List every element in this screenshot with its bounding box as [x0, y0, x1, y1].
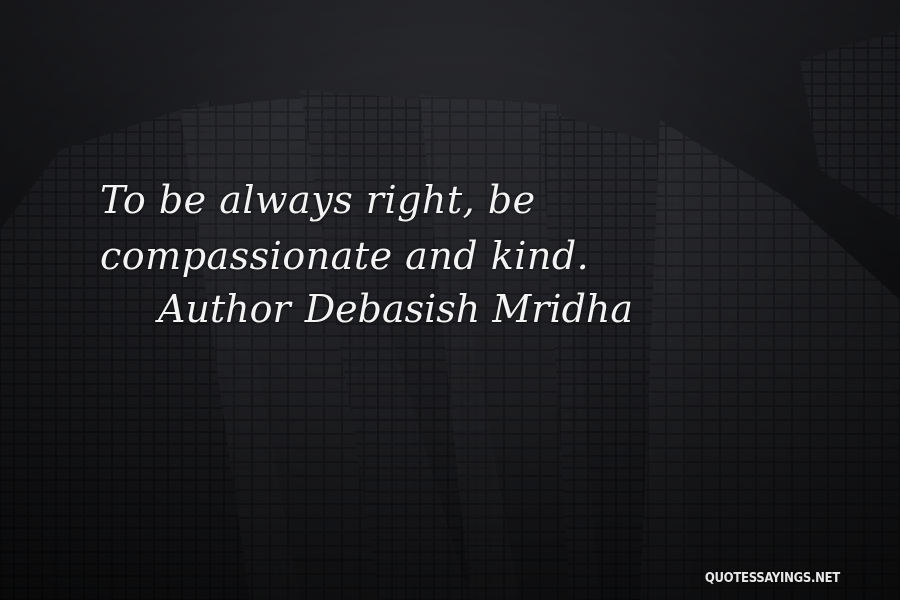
watermark: QUOTESSAYINGS.NET: [704, 571, 840, 586]
author-name: Debasish Mridha: [304, 287, 634, 331]
attribution: Author Debasish Mridha: [158, 284, 633, 334]
quote-card: To be always right, be compassionate and…: [0, 0, 900, 600]
quote-text: To be always right, be compassionate and…: [100, 178, 590, 278]
author-label: Author: [158, 287, 291, 331]
